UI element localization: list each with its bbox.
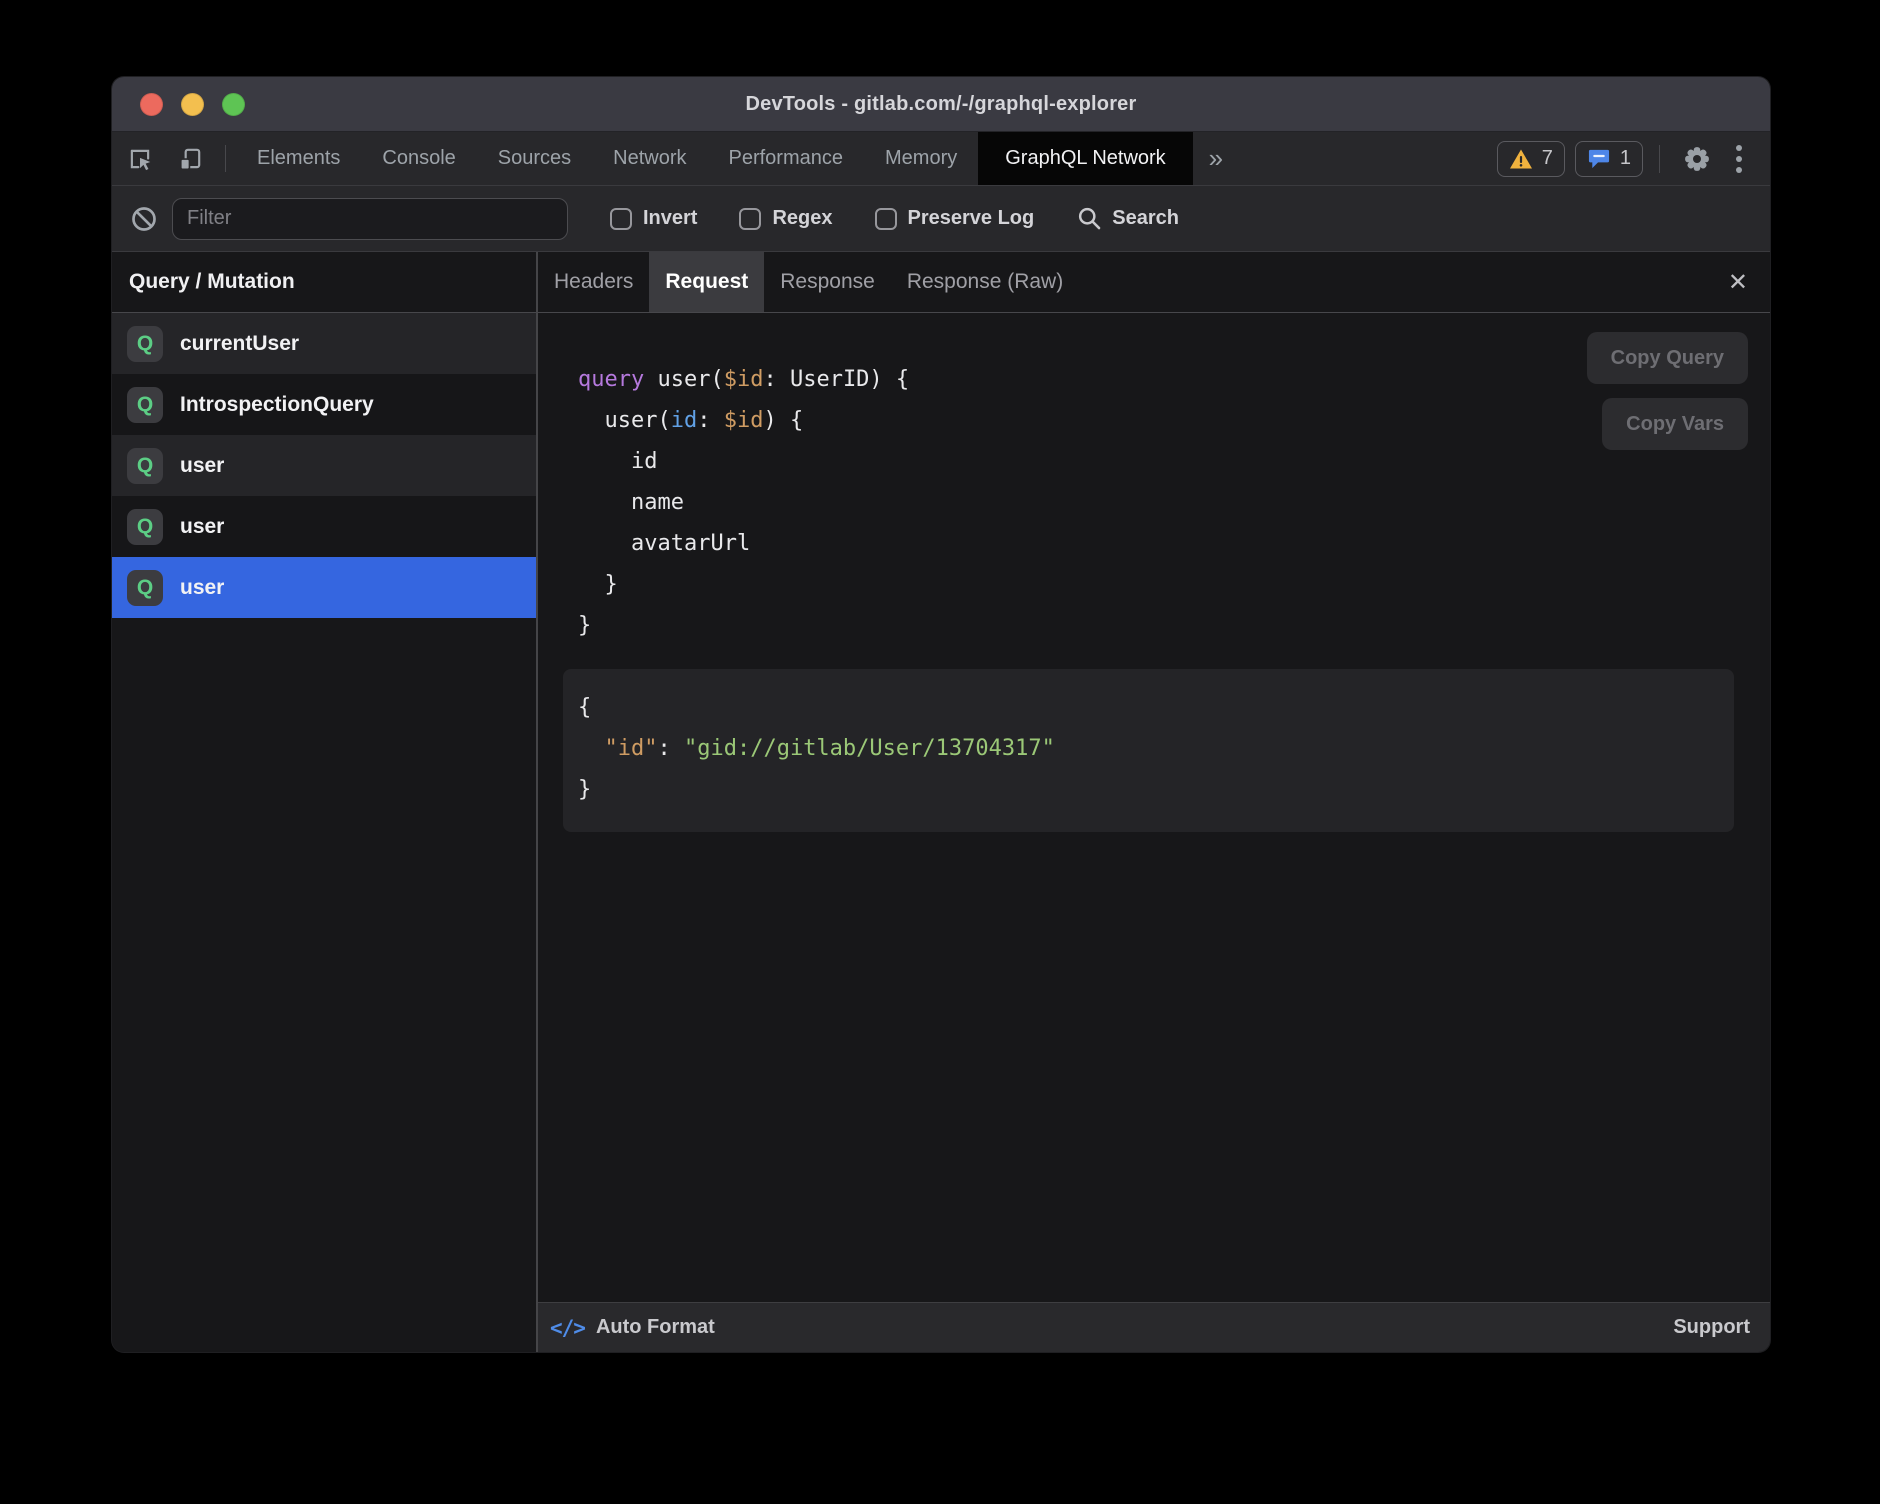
detail-tab-bar: Headers Request Response Response (Raw) … [538,252,1770,313]
copy-buttons: Copy Query Copy Vars [1587,332,1748,450]
query-type-badge: Q [127,509,163,545]
tab-sources[interactable]: Sources [477,132,592,185]
search-button[interactable]: Search [1076,205,1179,232]
query-variables-box: { "id": "gid://gitlab/User/13704317"} [563,669,1734,832]
list-item-user-1[interactable]: Q user [112,435,536,496]
tab-response[interactable]: Response [764,252,891,312]
gear-icon [1682,144,1712,174]
invert-checkbox-group[interactable]: Invert [610,207,697,230]
detail-footer: </> Auto Format Support [538,1302,1770,1352]
toolbar-separator [1659,145,1660,173]
inspect-cursor-icon [127,146,153,172]
list-item-user-2[interactable]: Q user [112,496,536,557]
tab-network[interactable]: Network [592,132,707,185]
inspect-element-button[interactable] [112,132,165,185]
request-tab-content: Copy Query Copy Vars query user($id: Use… [538,313,1770,1302]
toolbar-right-controls: 7 1 [1487,132,1770,185]
regex-label: Regex [772,207,832,230]
search-icon [1076,205,1103,232]
graphql-query-code: query user($id: UserID) { user(id: $id) … [578,359,1752,646]
close-window-button[interactable] [140,93,163,116]
message-bubble-icon [1587,147,1611,170]
device-toolbar-button[interactable] [165,132,215,185]
tab-memory[interactable]: Memory [864,132,978,185]
more-tabs-button[interactable]: » [1193,132,1239,185]
list-item-user-3-selected[interactable]: Q user [112,557,536,618]
main-split: Query / Mutation Q currentUser Q Introsp… [112,252,1770,1352]
clear-block-icon[interactable] [130,205,158,233]
devtools-window: DevTools - gitlab.com/-/graphql-explorer… [112,77,1770,1352]
tab-performance[interactable]: Performance [708,132,865,185]
request-detail-panel: Headers Request Response Response (Raw) … [538,252,1770,1352]
tab-response-raw[interactable]: Response (Raw) [891,252,1079,312]
kebab-menu-icon [1736,145,1742,173]
device-toolbar-icon [177,146,203,172]
warnings-badge[interactable]: 7 [1497,141,1565,177]
minimize-window-button[interactable] [181,93,204,116]
list-item-currentUser[interactable]: Q currentUser [112,313,536,374]
copy-query-button[interactable]: Copy Query [1587,332,1748,384]
window-controls [140,77,245,131]
tab-request[interactable]: Request [649,252,764,312]
query-list-header: Query / Mutation [112,252,536,313]
issue-count: 1 [1620,147,1631,170]
tab-elements[interactable]: Elements [236,132,361,185]
regex-checkbox-group[interactable]: Regex [739,207,832,230]
preserve-log-label: Preserve Log [908,207,1035,230]
close-detail-button[interactable]: ✕ [1706,252,1770,312]
query-type-badge: Q [127,326,163,362]
titlebar: DevTools - gitlab.com/-/graphql-explorer [112,77,1770,132]
regex-checkbox[interactable] [739,208,761,230]
invert-label: Invert [643,207,697,230]
zoom-window-button[interactable] [222,93,245,116]
filter-toolbar: Invert Regex Preserve Log Search [112,186,1770,252]
tab-headers[interactable]: Headers [538,252,649,312]
issues-badge[interactable]: 1 [1575,141,1643,177]
support-link[interactable]: Support [1673,1316,1750,1339]
search-label: Search [1112,207,1179,230]
query-list: Q currentUser Q IntrospectionQuery Q use… [112,313,536,1352]
query-list-panel: Query / Mutation Q currentUser Q Introsp… [112,252,536,1352]
query-type-badge: Q [127,387,163,423]
query-type-badge: Q [127,570,163,606]
preserve-log-checkbox[interactable] [875,208,897,230]
copy-vars-button[interactable]: Copy Vars [1602,398,1748,450]
query-type-badge: Q [127,448,163,484]
toolbar-separator [225,145,226,172]
invert-checkbox[interactable] [610,208,632,230]
window-title: DevTools - gitlab.com/-/graphql-explorer [745,93,1136,116]
preserve-log-checkbox-group[interactable]: Preserve Log [875,207,1035,230]
devtools-toolbar: Elements Console Sources Network Perform… [112,132,1770,186]
warning-icon [1509,148,1533,170]
tab-graphql-network[interactable]: GraphQL Network [978,132,1192,185]
warning-count: 7 [1542,147,1553,170]
filter-input[interactable] [172,198,568,240]
devtools-menu-button[interactable] [1724,145,1754,173]
settings-button[interactable] [1670,144,1724,174]
auto-format-icon: </> [550,1316,585,1340]
auto-format-button[interactable]: Auto Format [596,1316,715,1339]
tab-console[interactable]: Console [361,132,476,185]
list-item-introspectionquery[interactable]: Q IntrospectionQuery [112,374,536,435]
